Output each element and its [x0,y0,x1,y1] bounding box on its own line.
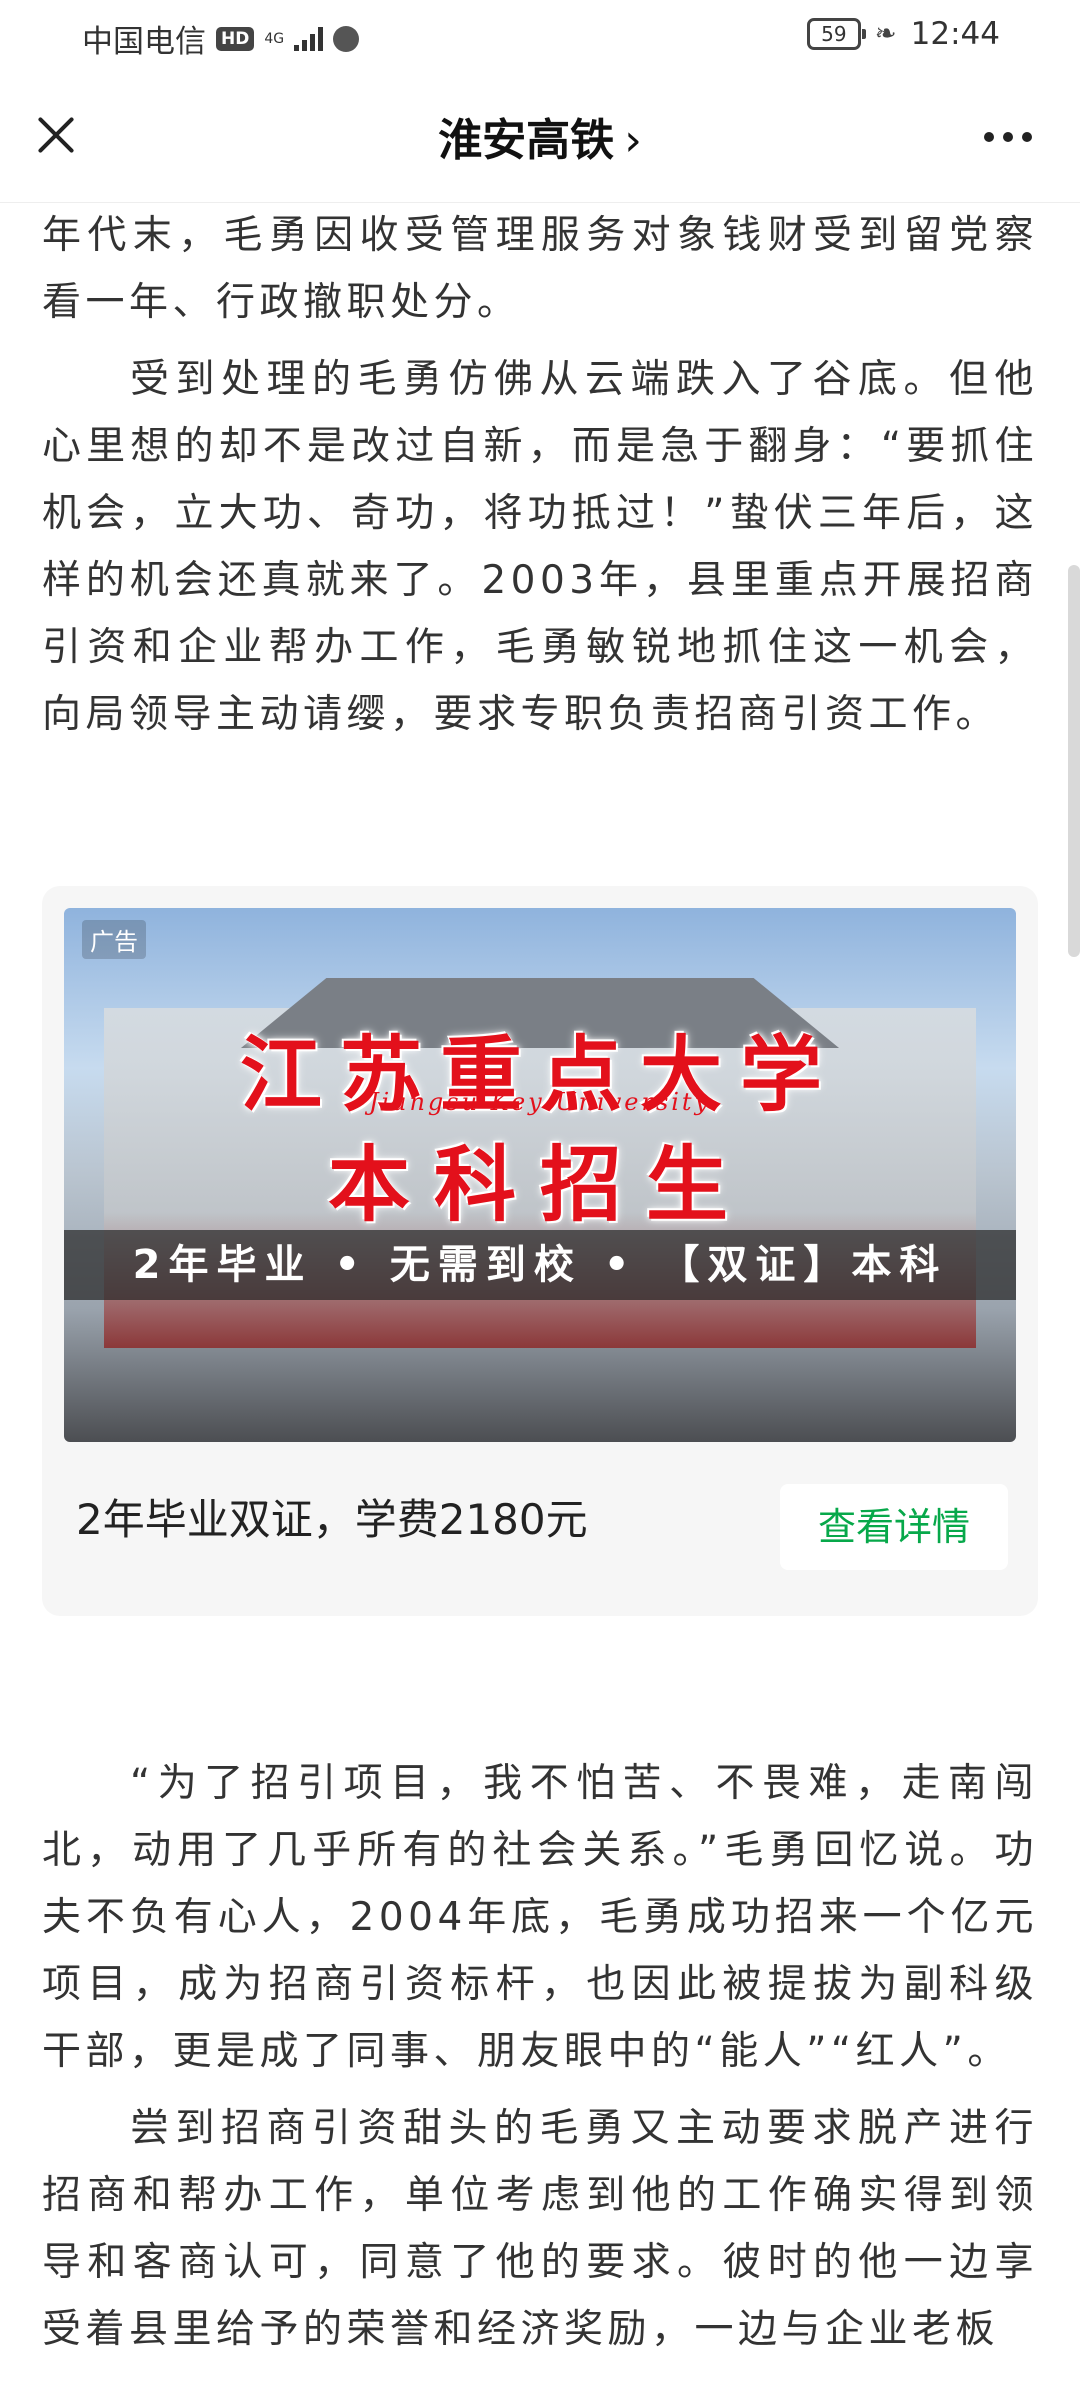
signal-icon [294,26,324,51]
status-bar: 中国电信 HD 4G 59 ❧ 12:44 [0,0,1080,72]
article-body-bottom: “为了招引项目，我不怕苦、不畏难，走南闯北，动用了几乎所有的社会关系。”毛勇回忆… [42,1750,1038,2373]
paragraph: 尝到招商引资甜头的毛勇又主动要求脱产进行招商和帮办工作，单位考虑到他的工作确实得… [42,2106,1038,2352]
view-details-button[interactable]: 查看详情 [780,1484,1008,1570]
paragraph: 年代末，毛勇因收受管理服务对象钱财受到留党察看一年、行政撤职处分。 [42,213,1038,325]
scrollbar[interactable] [1068,565,1080,957]
more-icon[interactable] [984,132,1032,142]
ad-subtitle: Jiangsu Key University [368,1088,712,1116]
globe-icon [333,25,360,52]
nav-bar: 淮安高铁 › [0,72,1080,203]
chevron-right-icon: › [624,115,642,166]
account-title-link[interactable]: 淮安高铁 › [0,104,1080,168]
battery-icon: 59 [806,18,866,50]
clock: 12:44 [910,16,1000,52]
hd-icon: HD [216,26,255,51]
carrier-label: 中国电信 [82,24,206,60]
paragraph: 受到处理的毛勇仿佛从云端跌入了谷底。但他心里想的却不是改过自新，而是急于翻身：“… [42,357,1038,737]
paragraph: “为了招引项目，我不怕苦、不畏难，走南闯北，动用了几乎所有的社会关系。”毛勇回忆… [42,1761,1038,2074]
ad-tag[interactable]: 广告 [82,920,146,959]
article-body-top: 年代末，毛勇因收受管理服务对象钱财受到留党察看一年、行政撤职处分。 受到处理的毛… [42,202,1038,758]
network-type: 4G [264,30,285,47]
account-name: 淮安高铁 [438,115,615,166]
ad-caption: 2年毕业双证，学费2180元 [76,1495,588,1544]
ad-card[interactable]: 广告 江苏重点大学 Jiangsu Key University 本科招生 2年… [42,886,1038,1616]
ad-image[interactable]: 广告 江苏重点大学 Jiangsu Key University 本科招生 2年… [64,908,1016,1442]
ad-band: 2年毕业 • 无需到校 • 【双证】本科 [64,1230,1016,1300]
leaf-icon: ❧ [874,19,897,49]
ad-headline-2: 本科招生 [327,1137,752,1233]
